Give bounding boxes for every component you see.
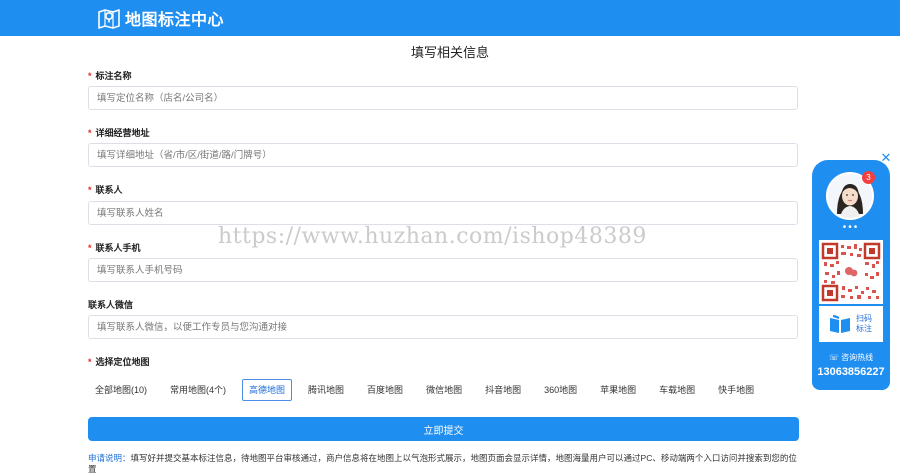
map-tab-apple[interactable]: 苹果地图: [593, 379, 644, 401]
required-mark: *: [88, 243, 92, 253]
more-dots: •••: [842, 222, 860, 233]
brand[interactable]: 地图标注中心: [97, 7, 224, 29]
field-label-address: * 详细经营地址: [88, 126, 150, 139]
map-tab-wechat[interactable]: 微信地图: [419, 379, 470, 401]
address-input[interactable]: [88, 143, 798, 167]
map-pin-icon: [98, 9, 120, 29]
required-mark: *: [88, 71, 92, 81]
map-tab-360[interactable]: 360地图: [537, 379, 585, 401]
map-tab-common[interactable]: 常用地图(4个): [163, 379, 234, 401]
field-label-text: 选择定位地图: [95, 357, 150, 367]
field-label-text: 标注名称: [95, 71, 132, 81]
field-label-contact: * 联系人: [88, 183, 123, 196]
book-icon: [830, 315, 850, 333]
notification-badge: 3: [862, 171, 875, 184]
contact-wechat-input[interactable]: [88, 315, 798, 339]
map-tab-tencent[interactable]: 腾讯地图: [301, 379, 352, 401]
close-icon[interactable]: ✕: [880, 151, 892, 164]
contact-phone-input[interactable]: [88, 258, 798, 282]
map-tab-kuaishou[interactable]: 快手地图: [711, 379, 762, 401]
field-label-map: * 选择定位地图: [88, 355, 150, 368]
hotline-label: ☏ 咨询热线: [812, 352, 890, 363]
map-tab-douyin[interactable]: 抖音地图: [478, 379, 529, 401]
field-label-text: 联系人: [95, 185, 123, 195]
watermark: https://www.huzhan.com/ishop48389: [218, 224, 647, 249]
form-heading: 填写相关信息: [410, 45, 489, 60]
required-mark: *: [88, 357, 92, 367]
marker-name-input[interactable]: [88, 86, 798, 110]
required-mark: *: [88, 185, 92, 195]
map-tab-car[interactable]: 车载地图: [652, 379, 703, 401]
app-title: 地图标注中心: [125, 12, 225, 29]
submit-button[interactable]: 立即提交: [88, 417, 799, 441]
field-label-wechat: 联系人微信: [88, 298, 133, 311]
field-label-text: 联系人微信: [88, 300, 134, 310]
application-note: 申请说明：填写好并提交基本标注信息，待地图平台审核通过，商户信息将在地图上以气泡…: [88, 453, 800, 475]
qr-code: [819, 240, 883, 304]
contact-name-input[interactable]: [88, 201, 798, 225]
map-tab-group: 全部地图(10) 常用地图(4个) 高德地图 腾讯地图 百度地图 微信地图 抖音…: [88, 379, 770, 401]
map-tab-amap[interactable]: 高德地图: [242, 379, 293, 401]
map-tab-all[interactable]: 全部地图(10): [88, 379, 155, 401]
hotline-text: 咨询热线: [841, 353, 874, 362]
note-text: 填写好并提交基本标注信息，待地图平台审核通过，商户信息将在地图上以气泡形式展示，…: [88, 453, 797, 474]
scan-to-mark[interactable]: 扫码标注: [819, 306, 883, 342]
field-label-phone: * 联系人手机: [88, 241, 141, 254]
required-mark: *: [88, 128, 92, 138]
map-tab-baidu[interactable]: 百度地图: [360, 379, 411, 401]
note-key: 申请说明：: [88, 453, 131, 463]
scan-to-mark-label: 扫码标注: [856, 314, 872, 333]
phone-icon: ☏: [828, 353, 842, 362]
field-label-text: 详细经营地址: [95, 128, 150, 138]
field-label-text: 联系人手机: [95, 243, 141, 253]
field-label-name: * 标注名称: [88, 69, 132, 82]
hotline-phone[interactable]: 13063856227: [812, 366, 890, 378]
qr-code-icon: [821, 242, 881, 302]
top-header-bar: 地图标注中心: [0, 0, 900, 36]
